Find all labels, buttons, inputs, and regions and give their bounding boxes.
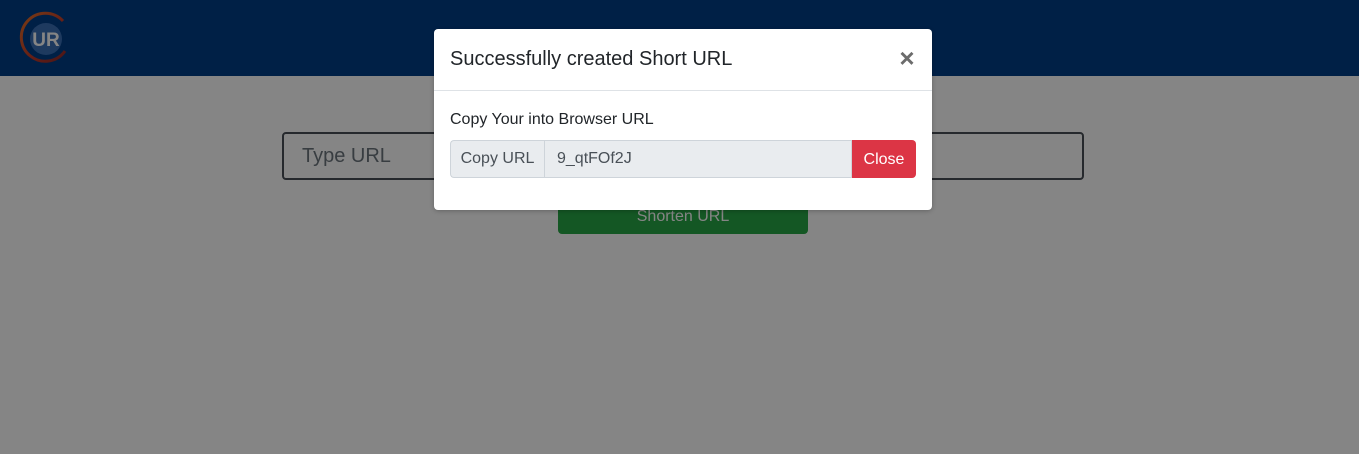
modal-title: Successfully created Short URL [450,48,733,70]
close-icon[interactable]: × [896,45,918,71]
modal-header: Successfully created Short URL × [434,29,932,91]
success-modal: Successfully created Short URL × Copy Yo… [434,29,932,210]
copy-url-label: Copy URL [450,140,544,178]
page: UR Shorten URL Successfully created Shor… [0,0,1359,454]
short-url-input-group: Copy URL Close [450,140,916,178]
close-button[interactable]: Close [852,140,916,178]
short-url-field[interactable] [544,140,852,178]
modal-body-label: Copy Your into Browser URL [450,111,654,128]
